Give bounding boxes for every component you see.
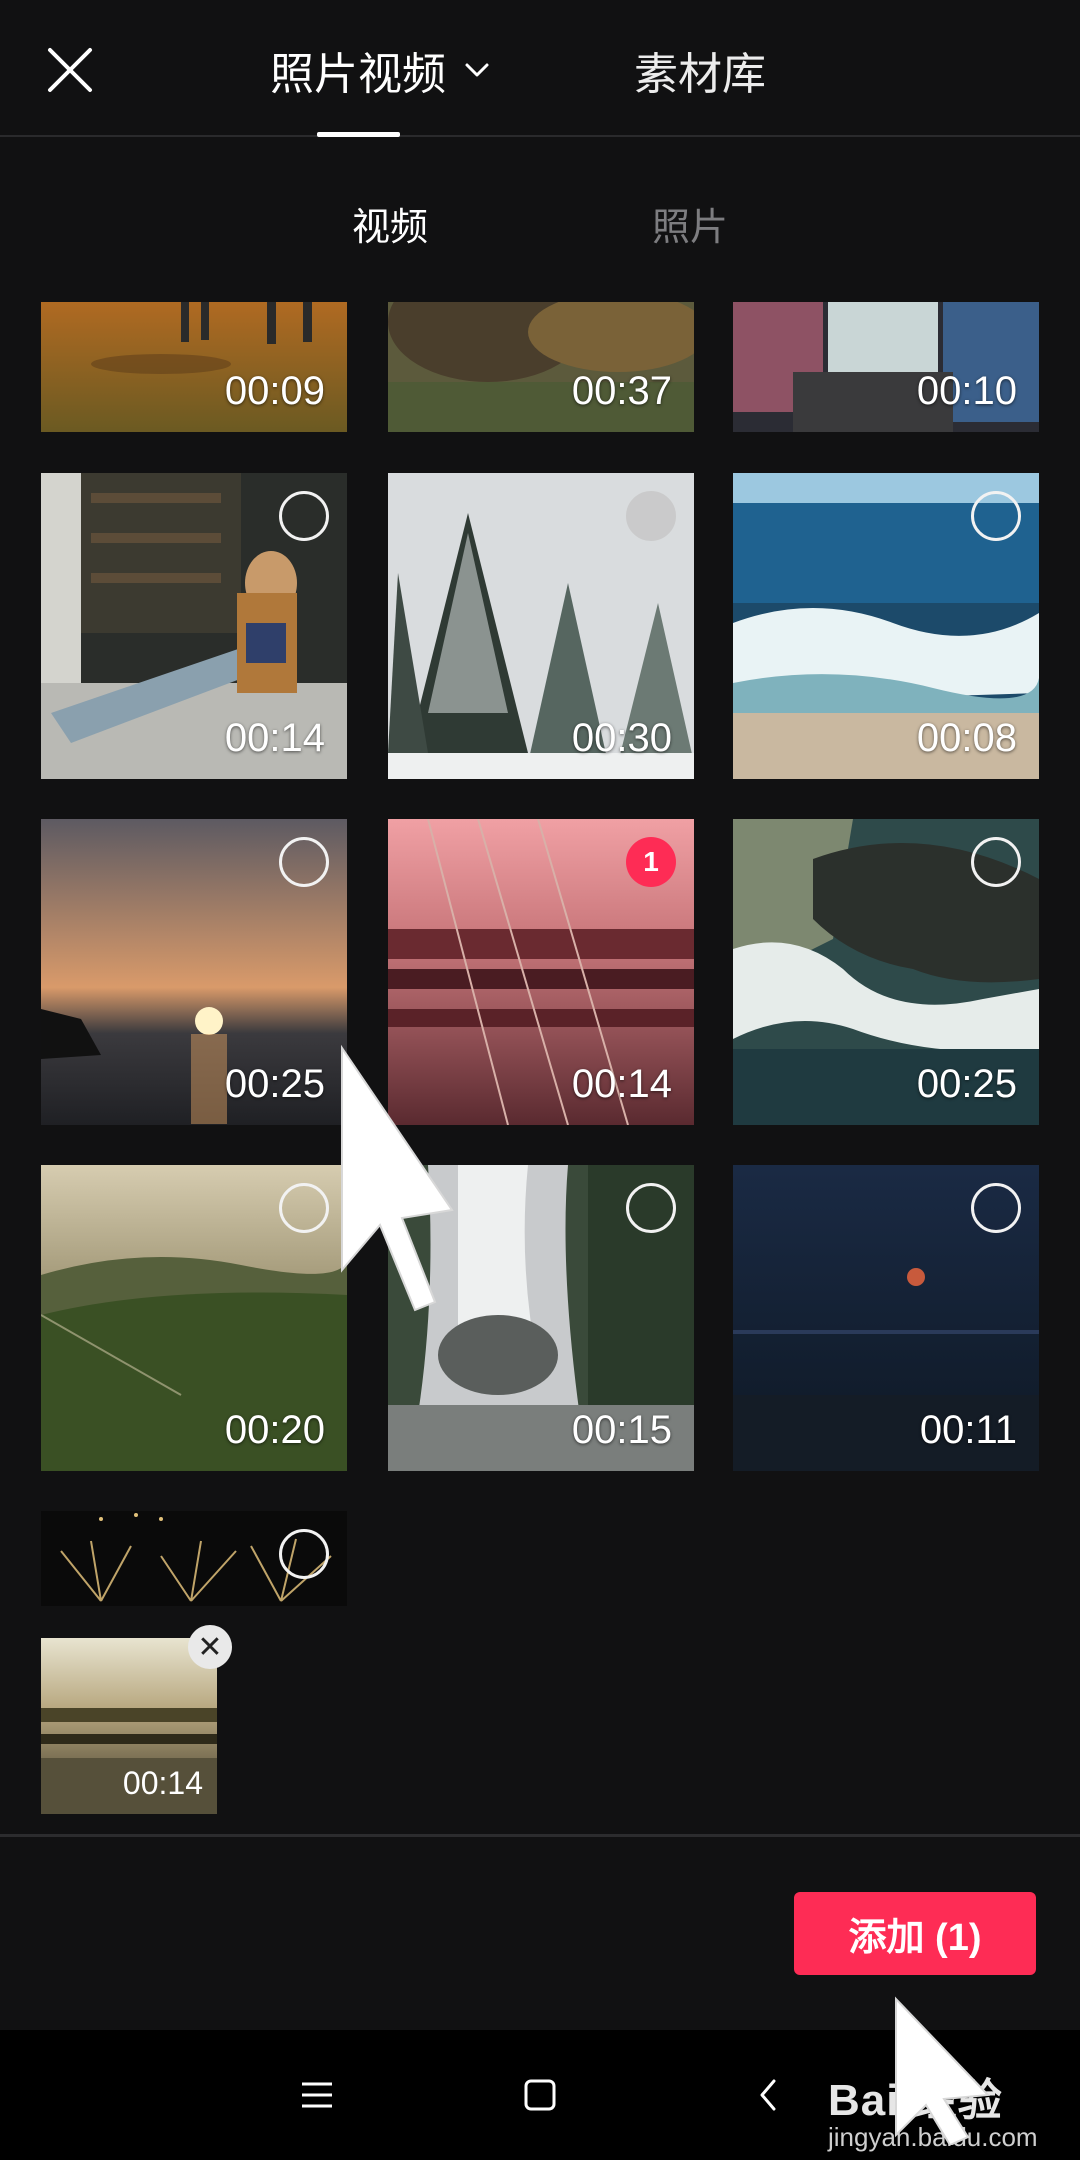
duration-label: 00:11 bbox=[919, 1408, 1017, 1452]
duration-label: 00:14 bbox=[122, 1765, 203, 1801]
duration-label: 00:20 bbox=[224, 1408, 325, 1452]
select-circle[interactable] bbox=[971, 491, 1021, 541]
back-button[interactable] bbox=[738, 2065, 798, 2125]
tab-photo-video-label: 照片视频 bbox=[270, 50, 446, 99]
selected-clip[interactable]: 00:14 bbox=[41, 1638, 217, 1814]
pointer-cursor-icon bbox=[895, 1996, 991, 2145]
duration-label: 00:15 bbox=[571, 1408, 672, 1452]
duration-label: 00:25 bbox=[224, 1062, 325, 1106]
add-button[interactable]: 添加 (1) bbox=[794, 1892, 1036, 1975]
media-item[interactable]: 00:08 bbox=[733, 473, 1039, 779]
subtab-video[interactable]: 视频 bbox=[352, 196, 428, 251]
select-circle[interactable] bbox=[626, 1183, 676, 1233]
duration-label: 00:14 bbox=[571, 1062, 672, 1106]
remove-clip-button[interactable]: ✕ bbox=[188, 1625, 232, 1669]
media-item[interactable]: 00:25 bbox=[41, 819, 347, 1125]
close-button[interactable] bbox=[40, 40, 100, 100]
duration-label: 00:37 bbox=[571, 369, 672, 413]
close-icon: ✕ bbox=[197, 1630, 223, 1664]
media-item[interactable] bbox=[41, 1511, 347, 1606]
select-circle-disabled bbox=[626, 491, 676, 541]
media-item[interactable]: 00:37 bbox=[388, 302, 694, 432]
chevron-down-icon bbox=[465, 63, 489, 77]
select-circle[interactable] bbox=[279, 491, 329, 541]
duration-label: 00:14 bbox=[224, 716, 325, 760]
duration-label: 00:25 bbox=[916, 1062, 1017, 1106]
top-bar: 照片视频 素材库 bbox=[0, 0, 1080, 137]
media-item[interactable]: 00:20 bbox=[41, 1165, 347, 1471]
select-circle[interactable] bbox=[971, 1183, 1021, 1233]
pointer-cursor-icon bbox=[341, 1044, 454, 1312]
menu-icon bbox=[302, 2082, 332, 2108]
media-item[interactable]: 00:25 bbox=[733, 819, 1039, 1125]
divider bbox=[0, 1834, 1080, 1837]
home-icon bbox=[524, 2079, 556, 2111]
close-icon bbox=[48, 48, 92, 92]
select-circle[interactable] bbox=[279, 1529, 329, 1579]
duration-label: 00:30 bbox=[571, 716, 672, 760]
select-circle[interactable] bbox=[279, 837, 329, 887]
home-button[interactable] bbox=[510, 2065, 570, 2125]
duration-label: 00:09 bbox=[224, 369, 325, 413]
duration-label: 00:08 bbox=[916, 716, 1017, 760]
duration-label: 00:10 bbox=[916, 369, 1017, 413]
active-tab-indicator bbox=[317, 132, 400, 137]
select-circle[interactable] bbox=[971, 837, 1021, 887]
media-item[interactable]: 00:09 bbox=[41, 302, 347, 432]
selected-index-badge[interactable]: 1 bbox=[626, 837, 676, 887]
tab-library[interactable]: 素材库 bbox=[634, 38, 766, 102]
tab-library-label: 素材库 bbox=[634, 50, 766, 99]
media-item[interactable]: 00:14 bbox=[41, 473, 347, 779]
select-circle[interactable] bbox=[279, 1183, 329, 1233]
menu-button[interactable] bbox=[287, 2065, 347, 2125]
media-item[interactable]: 00:30 bbox=[388, 473, 694, 779]
media-item[interactable]: 00:10 bbox=[733, 302, 1039, 432]
media-item[interactable]: 00:11 bbox=[733, 1165, 1039, 1471]
tab-photo-video[interactable]: 照片视频 bbox=[270, 38, 490, 102]
subtab-photo[interactable]: 照片 bbox=[652, 196, 728, 251]
back-icon bbox=[760, 2079, 776, 2111]
